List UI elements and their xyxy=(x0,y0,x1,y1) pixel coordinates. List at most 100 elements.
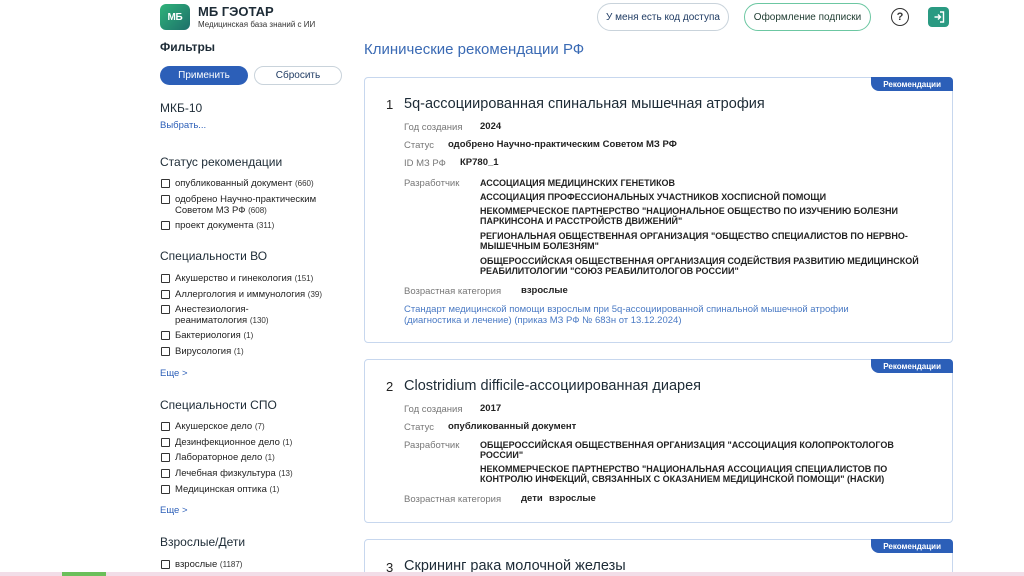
filter-checkbox-row[interactable]: взрослые (1187) xyxy=(160,559,345,570)
checkbox[interactable] xyxy=(161,485,170,494)
site-title[interactable]: МБ ГЭОТАР xyxy=(198,4,274,19)
recommendation-badge: Рекомендации xyxy=(871,77,953,91)
checkbox[interactable] xyxy=(161,195,170,204)
recommendation-card[interactable]: Рекомендации 2 Clostridium difficile-асс… xyxy=(364,359,953,523)
filter-label: Лабораторное дело xyxy=(175,452,263,463)
age-heading: Взрослые/Дети xyxy=(160,535,246,549)
filter-checkbox-row[interactable]: опубликованный документ (660) xyxy=(160,178,345,189)
filter-checkbox-row[interactable]: Дезинфекционное дело (1) xyxy=(160,437,345,448)
filter-label: Акушерство и гинекология xyxy=(175,273,292,284)
checkbox[interactable] xyxy=(161,453,170,462)
filter-checkbox-row[interactable]: Лабораторное дело (1) xyxy=(160,452,345,463)
filter-label: Бактериология xyxy=(175,330,241,341)
filters-title: Фильтры xyxy=(160,40,216,54)
checkbox[interactable] xyxy=(161,422,170,431)
filter-count: (660) xyxy=(294,179,314,188)
spo-more-link[interactable]: Еще > xyxy=(160,505,188,516)
recommendation-card[interactable]: Рекомендации 3 Скрининг рака молочной же… xyxy=(364,539,953,576)
filter-checkbox-row[interactable]: Бактериология (1) xyxy=(160,330,345,341)
filter-label: Аллергология и иммунология xyxy=(175,289,306,300)
recommendation-badge: Рекомендации xyxy=(871,359,953,373)
id-label: ID МЗ РФ xyxy=(404,158,446,169)
card-number: 1 xyxy=(386,97,394,112)
vo-more-link[interactable]: Еще > xyxy=(160,368,188,379)
checkbox[interactable] xyxy=(161,290,170,299)
checkbox[interactable] xyxy=(161,560,170,569)
id-value: КР780_1 xyxy=(460,157,499,168)
age-value: взрослые xyxy=(521,285,568,296)
developer-item: АССОЦИАЦИЯ МЕДИЦИНСКИХ ГЕНЕТИКОВ xyxy=(480,178,676,188)
card-title[interactable]: 5q-ассоциированная спинальная мышечная а… xyxy=(404,96,765,112)
apply-button[interactable]: Применить xyxy=(160,66,248,85)
filter-checkbox-row[interactable]: одобрено Научно-практическим Советом МЗ … xyxy=(160,194,345,216)
checkbox[interactable] xyxy=(161,469,170,478)
filter-count: (1) xyxy=(243,331,254,340)
filter-checkbox-row[interactable]: Акушерство и гинекология (151) xyxy=(160,273,345,284)
spo-heading: Специальности СПО xyxy=(160,398,277,412)
filter-checkbox-row[interactable]: Медицинская оптика (1) xyxy=(160,484,345,495)
checkbox[interactable] xyxy=(161,179,170,188)
filter-label: взрослые xyxy=(175,559,218,570)
reset-button[interactable]: Сбросить xyxy=(254,66,342,85)
year-label: Год создания xyxy=(404,122,463,133)
developer-item: НЕКОММЕРЧЕСКОЕ ПАРТНЕРСТВО "НАЦИОНАЛЬНАЯ… xyxy=(480,464,888,484)
vo-heading: Специальности ВО xyxy=(160,249,268,263)
checkbox[interactable] xyxy=(161,274,170,283)
checkbox[interactable] xyxy=(161,221,170,230)
filter-label: Медицинская оптика xyxy=(175,484,267,495)
mkb-heading: МКБ-10 xyxy=(160,101,203,115)
filter-label: Дезинфекционное дело xyxy=(175,437,280,448)
horizontal-scrollbar[interactable] xyxy=(0,572,1024,576)
filter-count: (1) xyxy=(282,438,293,447)
filter-label: Акушерское дело xyxy=(175,421,253,432)
subscribe-button[interactable]: Оформление подписки xyxy=(744,3,871,31)
recommendation-card[interactable]: Рекомендации 1 5q-ассоциированная спинал… xyxy=(364,77,953,343)
status-value: одобрено Научно-практическим Советом МЗ … xyxy=(448,139,677,150)
login-arrow-icon xyxy=(934,11,944,23)
year-label: Год создания xyxy=(404,404,463,415)
top-header: МБ МБ ГЭОТАР Медицинская база знаний с И… xyxy=(0,0,1024,38)
checkbox[interactable] xyxy=(161,305,170,314)
filter-checkbox-row[interactable]: Вирусология (1) xyxy=(160,346,345,357)
filter-label: проект документа xyxy=(175,220,254,231)
checkbox[interactable] xyxy=(161,347,170,356)
age-label: Возрастная категория xyxy=(404,286,502,297)
site-subtitle: Медицинская база знаний с ИИ xyxy=(198,20,316,29)
help-icon[interactable]: ? xyxy=(891,8,909,26)
card-title[interactable]: Clostridium difficile-ассоциированная ди… xyxy=(404,378,701,394)
filter-label: опубликованный документ xyxy=(175,178,293,189)
standard-link[interactable]: Стандарт медицинской помощи взрослым при… xyxy=(404,304,904,326)
filter-count: (130) xyxy=(249,316,269,325)
status-label: Статус xyxy=(404,140,435,151)
filter-checkbox-row[interactable]: Аллергология и иммунология (39) xyxy=(160,289,345,300)
filter-checkbox-row[interactable]: Акушерское дело (7) xyxy=(160,421,345,432)
filter-checkbox-row[interactable]: Лечебная физкультура (13) xyxy=(160,468,345,479)
developer-item: ОБЩЕРОССИЙСКАЯ ОБЩЕСТВЕННАЯ ОРГАНИЗАЦИЯ … xyxy=(480,440,894,460)
filter-checkbox-row[interactable]: проект документа (311) xyxy=(160,220,345,231)
developer-item: РЕГИОНАЛЬНАЯ ОБЩЕСТВЕННАЯ ОРГАНИЗАЦИЯ "О… xyxy=(480,231,908,251)
status-heading: Статус рекомендации xyxy=(160,155,283,169)
filter-count: (1) xyxy=(264,453,275,462)
checkbox[interactable] xyxy=(161,438,170,447)
login-icon[interactable] xyxy=(928,7,949,27)
filter-count: (13) xyxy=(278,469,293,478)
age-value-child: дети xyxy=(521,493,543,504)
filter-count: (39) xyxy=(307,290,323,299)
filter-label: Анестезиология-реаниматология xyxy=(175,304,249,326)
card-number: 2 xyxy=(386,379,394,394)
mkb-select-link[interactable]: Выбрать... xyxy=(160,120,206,131)
filter-checkbox-row[interactable]: Анестезиология-реаниматология (130) xyxy=(160,304,345,326)
logo-icon[interactable]: МБ xyxy=(160,4,190,30)
recommendation-badge: Рекомендации xyxy=(871,539,953,553)
status-label: Статус xyxy=(404,422,435,433)
filter-count: (1) xyxy=(233,347,244,356)
filter-count: (7) xyxy=(254,422,265,431)
access-code-button[interactable]: У меня есть код доступа xyxy=(597,3,729,31)
checkbox[interactable] xyxy=(161,331,170,340)
age-value-adult: взрослые xyxy=(549,493,596,504)
filter-label: одобрено Научно-практическим Советом МЗ … xyxy=(175,194,317,216)
filter-count: (1187) xyxy=(219,560,243,569)
filter-label: Лечебная физкультура xyxy=(175,468,276,479)
page-title: Клинические рекомендации РФ xyxy=(364,41,585,58)
scrollbar-thumb[interactable] xyxy=(62,572,106,576)
